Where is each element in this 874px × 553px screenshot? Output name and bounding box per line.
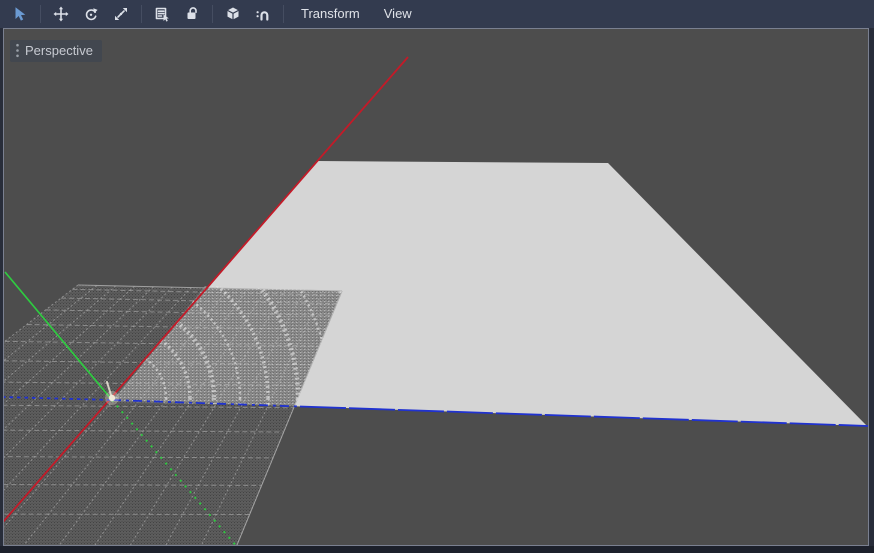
scale-tool-button[interactable] [108, 2, 134, 26]
toolbar: Transform View [0, 0, 874, 28]
rotate-tool-button[interactable] [78, 2, 104, 26]
snap-tool-button[interactable] [250, 2, 276, 26]
scale-arrows-icon [113, 6, 129, 22]
toolbar-separator [283, 5, 284, 23]
viewport-3d-scene[interactable] [0, 0, 874, 553]
bottom-strip [0, 546, 874, 553]
transform-menu[interactable]: Transform [289, 2, 372, 26]
vertical-dots-icon [15, 43, 20, 58]
snap-magnet-icon [255, 6, 271, 22]
move-arrows-icon [53, 6, 69, 22]
list-select-tool-button[interactable] [149, 2, 175, 26]
toolbar-separator [212, 5, 213, 23]
group-tool-button[interactable] [220, 2, 246, 26]
scene-layers [0, 29, 869, 553]
list-select-icon [154, 6, 170, 22]
select-tool-button[interactable] [7, 2, 33, 26]
view-menu[interactable]: View [372, 2, 424, 26]
move-tool-button[interactable] [48, 2, 74, 26]
viewport-mode-label[interactable]: Perspective [10, 40, 102, 62]
rotate-circle-icon [83, 6, 99, 22]
viewport-mode-text: Perspective [25, 43, 93, 58]
unlock-padlock-icon [184, 6, 200, 22]
lock-tool-button[interactable] [179, 2, 205, 26]
toolbar-separator [141, 5, 142, 23]
toolbar-separator [40, 5, 41, 23]
group-cube-icon [225, 6, 241, 22]
cursor-arrow-icon [12, 6, 28, 22]
